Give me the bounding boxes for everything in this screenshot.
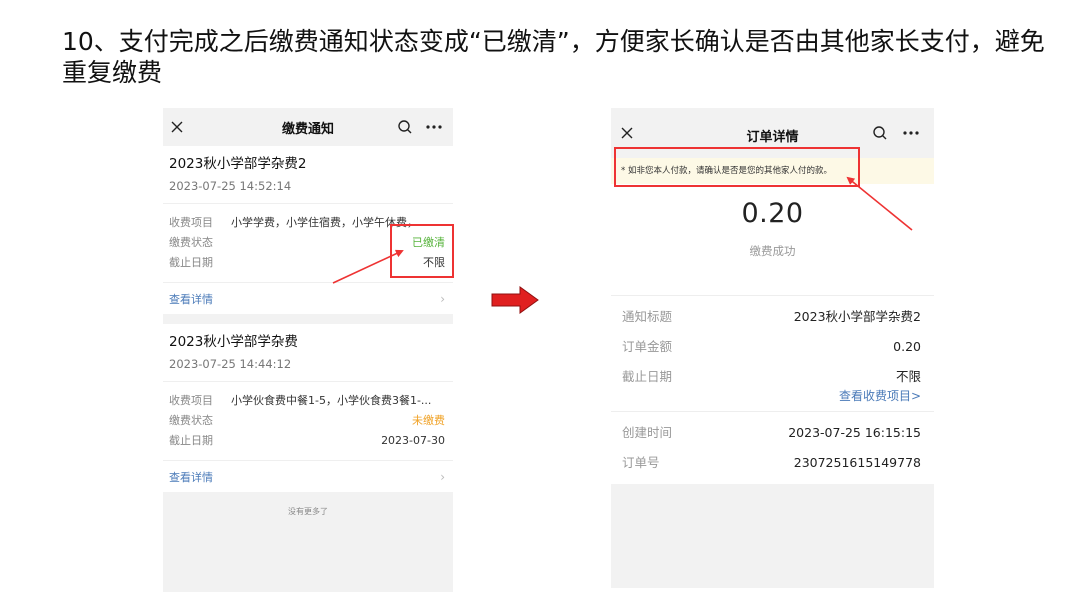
info-row: 截止日期 不限 bbox=[622, 362, 921, 392]
info-row: 订单金额 0.20 bbox=[622, 332, 921, 362]
notice-card[interactable]: 2023秋小学部学杂费 2023-07-25 14:44:12 收费项目 小学伙… bbox=[163, 324, 453, 492]
info-label: 订单号 bbox=[622, 455, 660, 470]
more-icon[interactable] bbox=[902, 125, 920, 141]
info-value: 2023-07-25 16:15:15 bbox=[788, 425, 921, 440]
info-value: 2307251615149778 bbox=[793, 455, 921, 470]
view-details-link[interactable]: 查看详情 › bbox=[163, 283, 453, 314]
card-gap bbox=[163, 314, 453, 324]
row-status: 缴费状态 未缴费 bbox=[169, 411, 445, 431]
status-badge-unpaid: 未缴费 bbox=[412, 414, 445, 427]
more-icon[interactable] bbox=[425, 119, 443, 135]
row-value: 2023-07-30 bbox=[381, 434, 445, 447]
highlight-box-status bbox=[390, 224, 454, 278]
row-label: 收费项目 bbox=[169, 394, 213, 407]
info-label: 创建时间 bbox=[622, 425, 673, 440]
card-title: 2023秋小学部学杂费2 bbox=[169, 156, 307, 172]
chevron-right-icon: › bbox=[440, 291, 445, 306]
chevron-right-icon: › bbox=[440, 469, 445, 484]
card-time: 2023-07-25 14:52:14 bbox=[169, 179, 292, 193]
paid-amount: 0.20 bbox=[741, 198, 804, 229]
order-info: 通知标题 2023秋小学部学杂费2 订单金额 0.20 截止日期 不限 查看收费… bbox=[611, 296, 934, 412]
card-title: 2023秋小学部学杂费 bbox=[169, 334, 298, 350]
card-body: 收费项目 小学伙食费中餐1-5，小学伙食费3餐1-... 缴费状态 未缴费 截止… bbox=[163, 382, 453, 461]
no-more-text: 没有更多了 bbox=[288, 507, 328, 516]
view-details-link[interactable]: 查看详情 › bbox=[163, 461, 453, 492]
info-value: 0.20 bbox=[893, 339, 921, 354]
slide-title: 10、支付完成之后缴费通知状态变成“已缴清”，方便家长确认是否由其他家长支付，避… bbox=[62, 27, 1045, 87]
row-label: 缴费状态 bbox=[169, 414, 213, 427]
nav-title: 缴费通知 bbox=[281, 121, 334, 137]
info-label: 通知标题 bbox=[622, 309, 673, 324]
row-label: 截止日期 bbox=[169, 434, 213, 447]
row-label: 截止日期 bbox=[169, 256, 213, 269]
info-row: 通知标题 2023秋小学部学杂费2 bbox=[622, 302, 921, 332]
view-details-label: 查看详情 bbox=[169, 292, 213, 306]
info-value: 不限 bbox=[895, 369, 921, 384]
transition-arrow-icon bbox=[491, 286, 539, 314]
info-label: 订单金额 bbox=[622, 339, 673, 354]
info-row: 创建时间 2023-07-25 16:15:15 bbox=[622, 418, 921, 448]
card-time: 2023-07-25 14:44:12 bbox=[169, 357, 292, 371]
row-items: 收费项目 小学伙食费中餐1-5，小学伙食费3餐1-... bbox=[169, 391, 445, 411]
row-label: 缴费状态 bbox=[169, 236, 213, 249]
nav-bar: 缴费通知 bbox=[163, 108, 453, 146]
highlight-box-notice bbox=[614, 147, 860, 187]
close-icon[interactable] bbox=[169, 119, 185, 135]
search-icon[interactable] bbox=[872, 125, 888, 141]
card-header: 2023秋小学部学杂费2 2023-07-25 14:52:14 bbox=[163, 146, 453, 204]
row-deadline: 截止日期 2023-07-30 bbox=[169, 431, 445, 451]
order-meta: 创建时间 2023-07-25 16:15:15 订单号 23072516151… bbox=[611, 412, 934, 484]
info-row: 订单号 2307251615149778 bbox=[622, 448, 921, 478]
amount-section: 0.20 缴费成功 bbox=[611, 184, 934, 296]
row-label: 收费项目 bbox=[169, 216, 213, 229]
row-value: 小学伙食费中餐1-5，小学伙食费3餐1-... bbox=[231, 394, 432, 407]
payment-status: 缴费成功 bbox=[749, 244, 796, 258]
nav-title: 订单详情 bbox=[746, 129, 799, 145]
payment-notice-screen: 缴费通知 2023秋小学部学杂费2 2023-07-25 14:52:14 收费… bbox=[163, 108, 453, 592]
info-label: 截止日期 bbox=[622, 369, 673, 384]
view-details-label: 查看详情 bbox=[169, 470, 213, 484]
info-value: 2023秋小学部学杂费2 bbox=[793, 309, 921, 324]
search-icon[interactable] bbox=[397, 119, 413, 135]
card-header: 2023秋小学部学杂费 2023-07-25 14:44:12 bbox=[163, 324, 453, 382]
close-icon[interactable] bbox=[619, 125, 635, 141]
